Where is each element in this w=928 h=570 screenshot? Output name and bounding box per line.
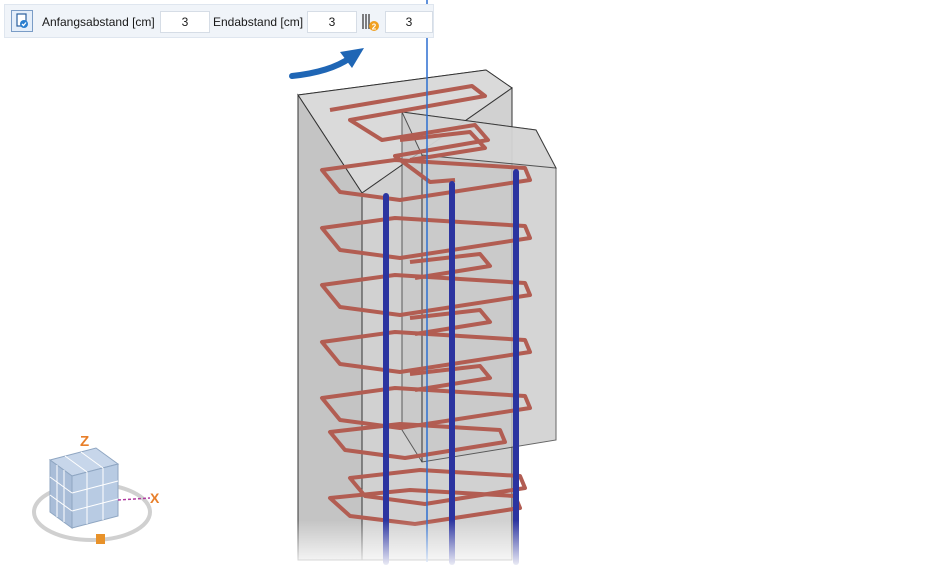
document-check-icon[interactable] xyxy=(11,10,33,32)
bottom-fade xyxy=(280,520,580,570)
x-axis-label: X xyxy=(150,490,160,506)
end-distance-label: Endabstand [cm] xyxy=(213,15,304,29)
y-axis-marker xyxy=(96,534,105,544)
start-distance-input[interactable]: 3 xyxy=(160,11,210,33)
input-toolbar: Anfangsabstand [cm] 3 Endabstand [cm] 3 … xyxy=(4,4,434,38)
view-cube[interactable]: Z X xyxy=(32,433,160,544)
curved-arrow-icon xyxy=(289,48,364,79)
bar-count-input[interactable]: 3 xyxy=(385,11,433,33)
end-distance-input[interactable]: 3 xyxy=(307,11,357,33)
z-axis-label: Z xyxy=(80,433,89,450)
model-viewport[interactable]: Z X xyxy=(0,0,928,570)
start-distance-label: Anfangsabstand [cm] xyxy=(42,15,155,29)
bar-count-icon: 2 xyxy=(360,11,382,33)
svg-text:2: 2 xyxy=(372,23,377,32)
